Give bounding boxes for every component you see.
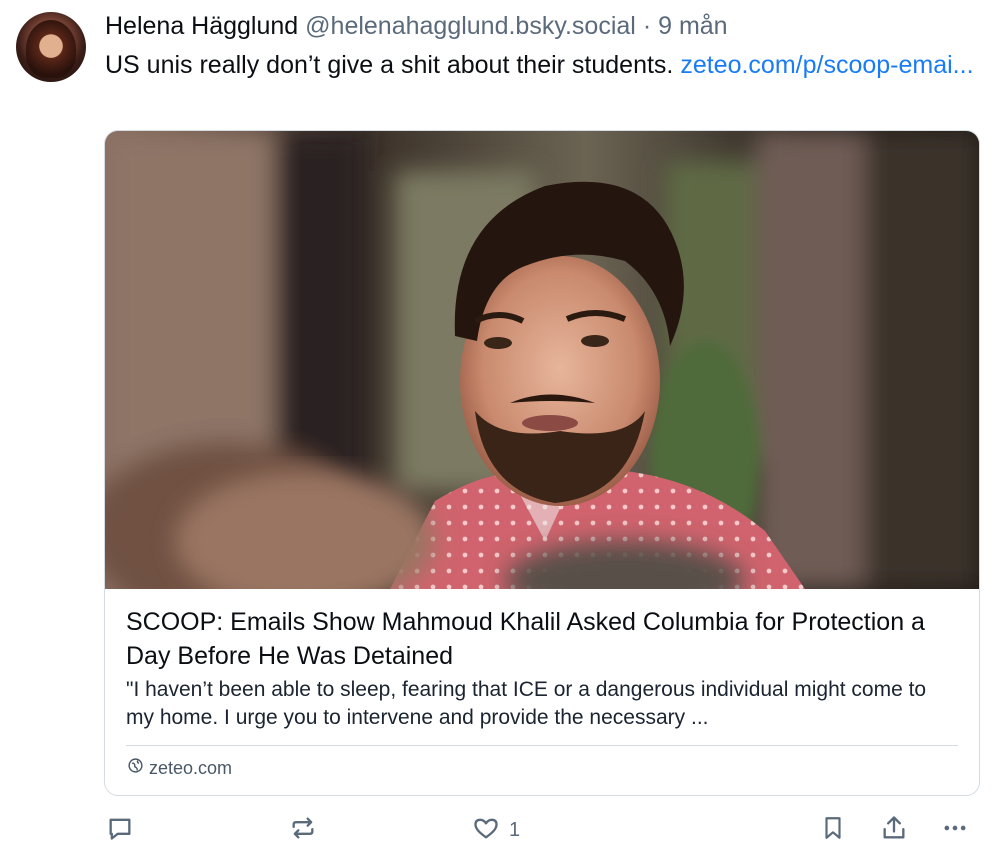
speech-bubble-icon <box>106 814 134 847</box>
card-divider <box>126 745 958 746</box>
repost-button[interactable] <box>288 810 318 850</box>
share-icon <box>880 814 908 847</box>
heart-icon <box>471 814 501 847</box>
header-separator: · <box>642 12 652 40</box>
card-domain: zeteo.com <box>149 758 233 778</box>
author-handle[interactable]: @helenahagglund.bsky.social <box>305 12 636 40</box>
like-button[interactable]: 1 <box>471 810 520 850</box>
post-header: Helena Hägglund @helenahagglund.bsky.soc… <box>105 10 728 42</box>
share-button[interactable] <box>880 810 908 850</box>
card-thumbnail <box>105 131 979 589</box>
post-text: US unis really don’t give a shit about t… <box>105 48 985 82</box>
post-body: US unis really don’t give a shit about t… <box>105 51 674 79</box>
post-link[interactable]: zeteo.com/p/scoop-emai... <box>680 51 973 79</box>
like-count: 1 <box>509 818 521 841</box>
post-time[interactable]: 9 mån <box>658 12 727 40</box>
globe-icon <box>127 756 144 780</box>
card-title[interactable]: SCOOP: Emails Show Mahmoud Khalil Asked … <box>126 605 956 673</box>
link-card[interactable]: SCOOP: Emails Show Mahmoud Khalil Asked … <box>104 130 980 796</box>
avatar[interactable] <box>16 12 86 82</box>
post-actions: 1 <box>0 810 1003 850</box>
author-name[interactable]: Helena Hägglund <box>105 12 298 40</box>
more-options-button[interactable] <box>940 810 970 850</box>
card-domain-row: zeteo.com <box>127 756 232 780</box>
bookmark-button[interactable] <box>820 810 846 850</box>
card-description: "I haven’t been able to sleep, fearing t… <box>126 678 927 729</box>
ellipsis-icon <box>940 814 970 847</box>
reply-button[interactable] <box>106 810 134 850</box>
bookmark-icon <box>820 814 846 847</box>
repost-icon <box>288 814 318 847</box>
